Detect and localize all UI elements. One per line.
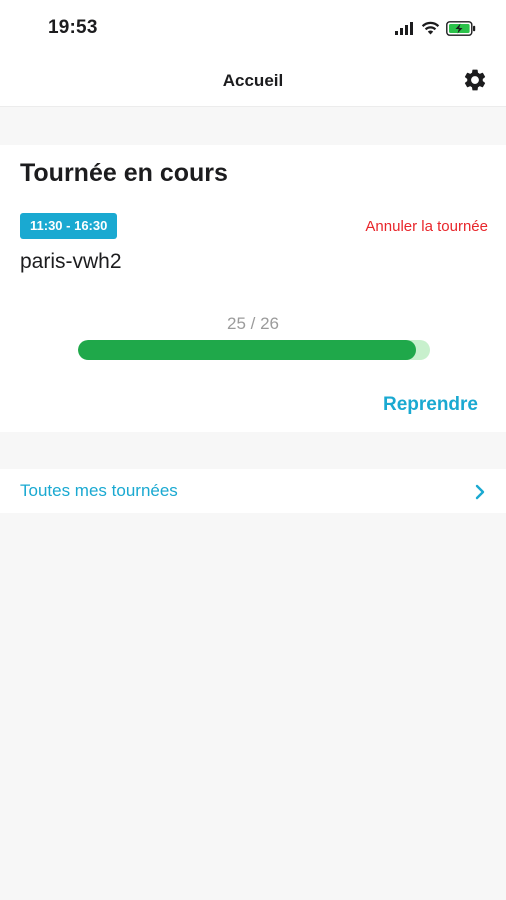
nav-bar: Accueil	[0, 56, 506, 107]
page-title: Accueil	[222, 71, 284, 90]
status-bar: 19:53	[0, 0, 506, 56]
status-icons	[395, 18, 476, 38]
cancel-route-button[interactable]: Annuler la tournée	[365, 218, 488, 235]
time-window-badge: 11:30 - 16:30	[20, 213, 118, 239]
wifi-icon	[421, 21, 440, 35]
route-name: paris-vwh2	[20, 250, 122, 273]
current-route-card: Tournée en cours 11:30 - 16:30 Annuler l…	[0, 145, 506, 432]
signal-icon	[395, 22, 413, 35]
status-time: 19:53	[48, 17, 98, 38]
all-routes-label: Toutes mes tournées	[20, 481, 178, 500]
all-routes-link[interactable]: Toutes mes tournées	[0, 469, 506, 513]
chevron-right-icon	[475, 484, 485, 500]
battery-charging-icon	[446, 20, 476, 36]
gear-icon[interactable]	[462, 67, 488, 93]
current-route-heading: Tournée en cours	[20, 159, 228, 187]
resume-button[interactable]: Reprendre	[383, 394, 478, 416]
progress-bar	[78, 340, 430, 360]
progress-bar-fill	[78, 340, 417, 360]
progress-count: 25 / 26	[227, 314, 279, 333]
